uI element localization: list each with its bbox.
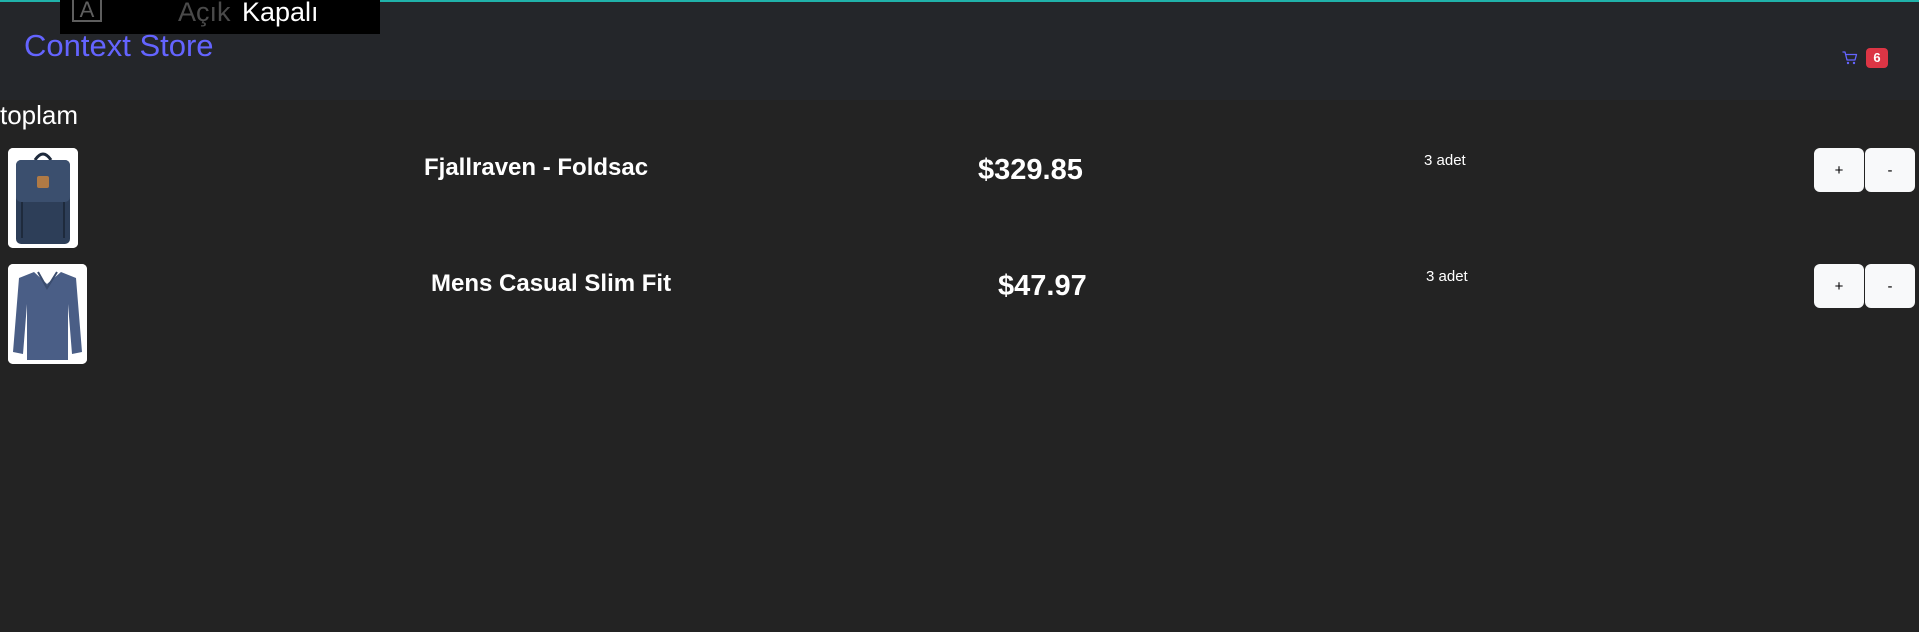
theme-closed-label[interactable]: Kapalı: [242, 0, 319, 28]
product-price: $329.85: [978, 154, 1083, 186]
decrease-quantity-button[interactable]: -: [1865, 264, 1915, 308]
product-quantity: 3 adet: [1424, 152, 1466, 169]
font-icon: A: [72, 0, 102, 22]
backpack-image: [8, 148, 78, 248]
theme-open-label[interactable]: Açık: [178, 0, 231, 28]
cart-count-badge: 6: [1866, 48, 1888, 68]
brand-title[interactable]: Context Store: [24, 28, 214, 64]
total-label: toplam: [0, 100, 79, 130]
product-name: Mens Casual Slim Fit: [431, 270, 672, 297]
cart-row: Mens Casual Slim Fit $47.97 3 adet + -: [0, 264, 1919, 364]
product-name: Fjallraven - Foldsac: [424, 154, 649, 181]
cart-row: Fjallraven - Foldsac $329.85 3 adet + -: [0, 148, 1919, 248]
product-price: $47.97: [998, 270, 1087, 302]
decrease-quantity-button[interactable]: -: [1865, 148, 1915, 192]
increase-quantity-button[interactable]: +: [1814, 148, 1864, 192]
product-quantity: 3 adet: [1426, 268, 1468, 285]
cart-icon[interactable]: [1842, 50, 1858, 66]
increase-quantity-button[interactable]: +: [1814, 264, 1864, 308]
tshirt-image: [8, 264, 87, 364]
